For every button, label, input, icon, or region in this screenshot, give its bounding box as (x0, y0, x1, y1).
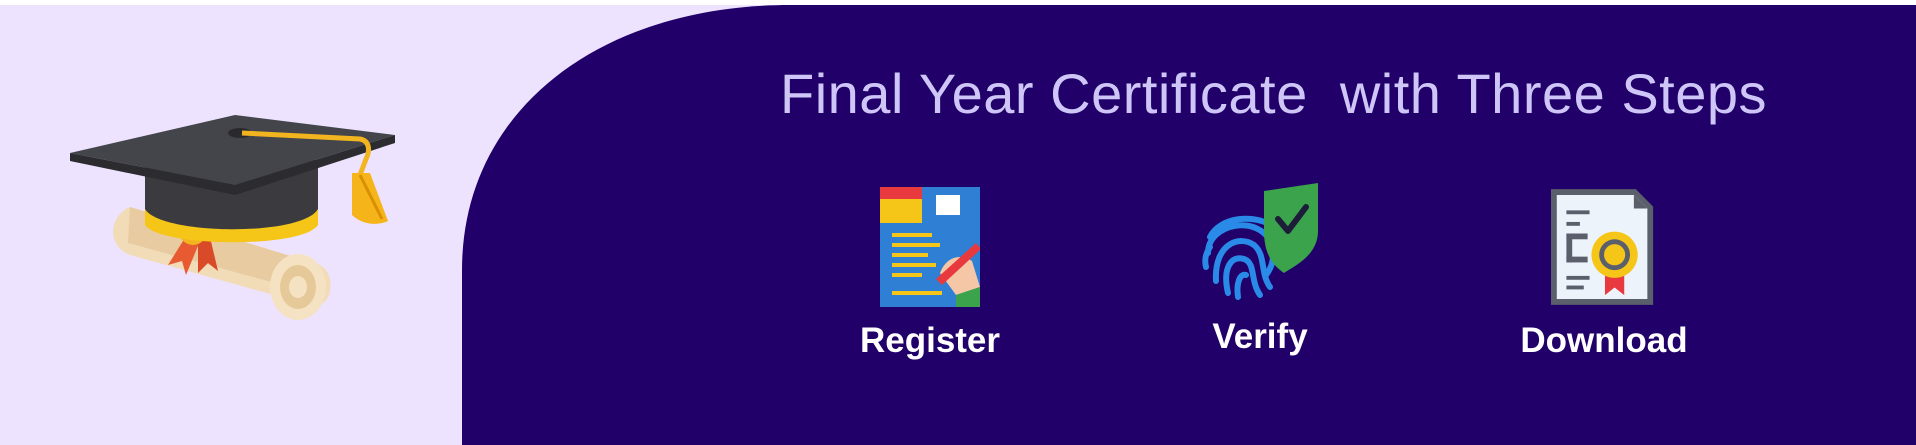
step-label-download: Download (1520, 321, 1688, 360)
step-label-verify: Verify (1212, 317, 1308, 356)
step-verify: Verify (1170, 183, 1350, 357)
step-download: Download (1494, 187, 1714, 361)
graduation-cap-with-diploma-icon (70, 115, 395, 320)
step-label-register: Register (859, 321, 1001, 360)
step-register: Register (840, 187, 1020, 361)
banner-title: Final Year Certificate with Three Steps (780, 62, 1768, 125)
certificate-document-icon (1551, 189, 1654, 305)
certificate-banner: Final Year Certificate with Three Steps … (0, 5, 1916, 445)
fingerprint-shield-icon (1202, 183, 1318, 300)
register-form-icon (880, 187, 980, 307)
